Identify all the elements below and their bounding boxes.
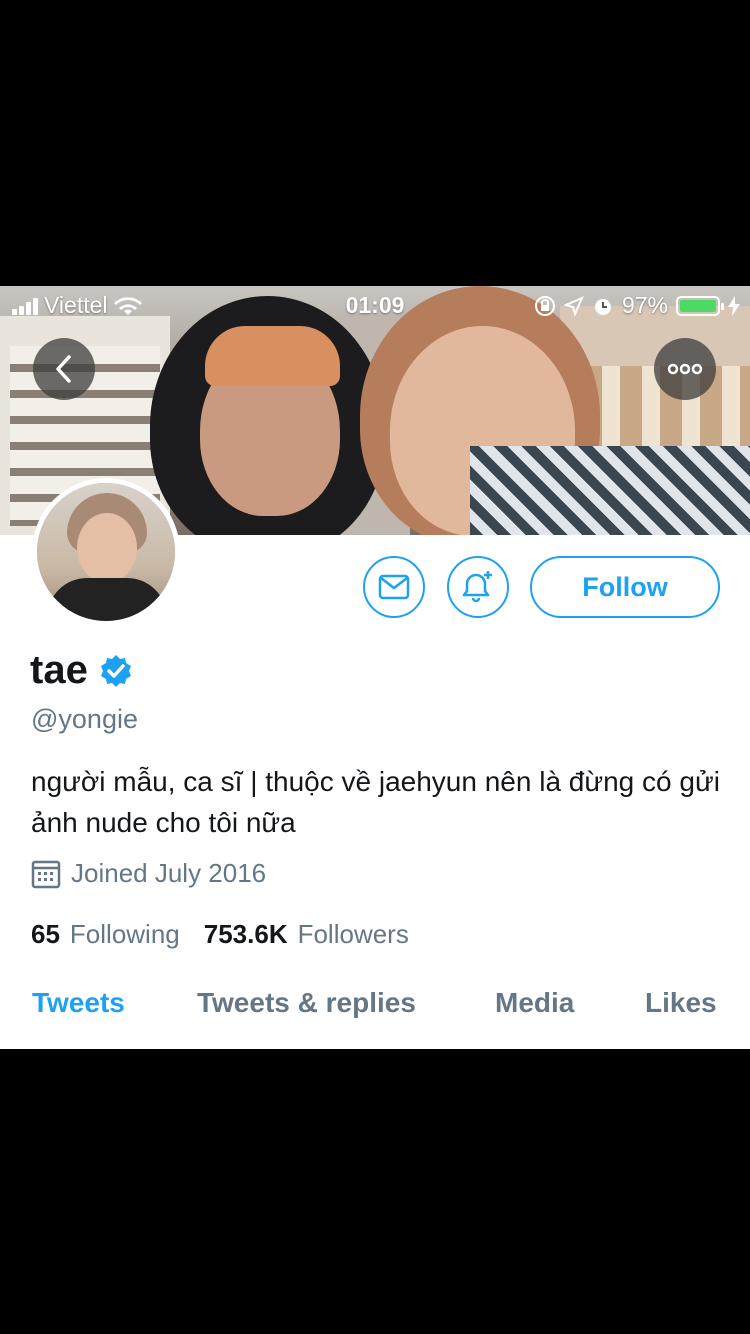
back-button[interactable]	[33, 338, 95, 400]
person-hair	[205, 326, 340, 386]
person-shirt	[470, 446, 750, 535]
user-handle: @yongie	[31, 704, 138, 734]
joined-date-row: Joined July 2016	[31, 858, 266, 889]
chevron-left-icon	[56, 355, 71, 383]
display-name: tae	[30, 648, 88, 692]
ellipsis-icon	[667, 363, 703, 375]
status-right: 97%	[534, 292, 740, 319]
tab-media[interactable]: Media	[495, 987, 574, 1019]
tab-tweets[interactable]: Tweets	[32, 987, 125, 1019]
following-count[interactable]: 65	[31, 919, 60, 950]
location-icon	[563, 295, 584, 316]
avatar-face	[77, 513, 137, 583]
avatar-jacket	[47, 578, 167, 621]
profile-avatar[interactable]	[32, 478, 180, 626]
profile-screen: Viettel 01:09 97% Follow tae @yongie ngư…	[0, 286, 750, 1049]
charging-icon	[728, 295, 740, 316]
message-button[interactable]	[363, 556, 425, 618]
profile-tabs: Tweets Tweets & replies Media Likes	[0, 987, 750, 1033]
verified-badge-icon	[100, 654, 131, 687]
battery-icon	[676, 295, 724, 316]
notifications-button[interactable]	[447, 556, 509, 618]
following-label[interactable]: Following	[70, 919, 180, 950]
orientation-lock-icon	[534, 295, 555, 316]
battery-percent: 97%	[621, 292, 668, 318]
followers-label[interactable]: Followers	[298, 919, 409, 950]
tab-tweets-replies[interactable]: Tweets & replies	[197, 987, 416, 1019]
followers-count[interactable]: 753.6K	[204, 919, 288, 950]
profile-bio: người mẫu, ca sĩ | thuộc về jaehyun nên …	[31, 766, 720, 838]
status-bar: Viettel 01:09 97%	[0, 286, 750, 326]
follow-stats: 65 Following 753.6K Followers	[31, 919, 423, 950]
joined-date: Joined July 2016	[71, 858, 267, 888]
bell-plus-icon	[462, 571, 492, 603]
alarm-icon	[594, 298, 611, 315]
more-options-button[interactable]	[654, 338, 716, 400]
calendar-icon	[31, 860, 61, 888]
tab-likes[interactable]: Likes	[645, 987, 717, 1019]
name-row: tae	[30, 648, 134, 693]
follow-button[interactable]: Follow	[530, 556, 720, 618]
envelope-icon	[378, 574, 410, 600]
